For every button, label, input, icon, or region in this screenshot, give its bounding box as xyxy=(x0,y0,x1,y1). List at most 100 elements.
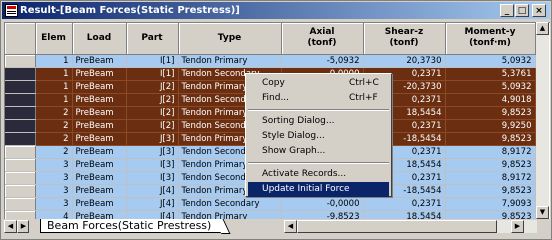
cell-load[interactable]: PreBeam xyxy=(72,93,127,107)
cell-type[interactable]: Tendon Secondary xyxy=(178,197,282,211)
cell-elem[interactable]: 2 xyxy=(35,119,73,133)
vertical-scrollbar[interactable]: ▲ ▼ xyxy=(536,22,549,219)
cell-part[interactable]: I[3] xyxy=(126,171,179,185)
cell-elem[interactable]: 3 xyxy=(35,197,73,211)
cell-load[interactable]: PreBeam xyxy=(72,132,127,146)
cell-elem[interactable]: 1 xyxy=(35,93,73,107)
menu-item-style-dialog[interactable]: Style Dialog... xyxy=(248,129,389,144)
maximize-button[interactable]: □ xyxy=(515,4,529,17)
scroll-left-button[interactable]: ◀ xyxy=(284,220,297,233)
row-header[interactable] xyxy=(5,93,36,107)
tab-next-icon: ▶ xyxy=(20,222,27,230)
cell-shear-z[interactable]: 20,3730 xyxy=(363,54,446,68)
cell-part[interactable]: I[2] xyxy=(126,106,179,120)
table-row[interactable]: 3 PreBeam J[4] Tendon Secondary -0,0000 0,237… xyxy=(5,197,536,211)
column-header-load[interactable]: Load xyxy=(72,23,127,55)
cell-type[interactable]: Tendon Primary xyxy=(178,54,282,68)
row-header[interactable] xyxy=(5,119,36,133)
cell-moment-y[interactable]: 9,8523 xyxy=(445,106,536,120)
cell-elem[interactable]: 1 xyxy=(35,54,73,68)
cell-load[interactable]: PreBeam xyxy=(72,158,127,172)
cell-elem[interactable]: 3 xyxy=(35,171,73,185)
row-header[interactable] xyxy=(5,67,36,81)
cell-moment-y[interactable]: 5,0932 xyxy=(445,80,536,94)
cell-part[interactable]: J[3] xyxy=(126,132,179,146)
row-header[interactable] xyxy=(5,145,36,159)
cell-part[interactable]: I[1] xyxy=(126,54,179,68)
column-header-moment-y[interactable]: Moment-y (tonf·m) xyxy=(445,23,536,55)
cell-moment-y[interactable]: 8,9172 xyxy=(445,171,536,185)
menu-item-copy[interactable]: Copy Ctrl+C xyxy=(248,76,389,91)
cell-part[interactable]: J[4] xyxy=(126,184,179,198)
cell-load[interactable]: PreBeam xyxy=(72,54,127,68)
cell-elem[interactable]: 2 xyxy=(35,145,73,159)
cell-elem[interactable]: 2 xyxy=(35,132,73,146)
cell-load[interactable]: PreBeam xyxy=(72,80,127,94)
scroll-down-button[interactable]: ▼ xyxy=(536,206,549,219)
cell-moment-y[interactable]: 9,9250 xyxy=(445,119,536,133)
minimize-button[interactable]: _ xyxy=(500,4,514,17)
cell-axial[interactable]: -0,0000 xyxy=(281,197,364,211)
tab-next-button[interactable]: ▶ xyxy=(17,220,29,233)
cell-moment-y[interactable]: 4,9018 xyxy=(445,93,536,107)
cell-elem[interactable]: 1 xyxy=(35,67,73,81)
cell-elem[interactable]: 3 xyxy=(35,158,73,172)
menu-item-find[interactable]: Find... Ctrl+F xyxy=(248,91,389,106)
scroll-up-button[interactable]: ▲ xyxy=(536,22,549,35)
cell-load[interactable]: PreBeam xyxy=(72,119,127,133)
cell-elem[interactable]: 2 xyxy=(35,106,73,120)
row-header[interactable] xyxy=(5,132,36,146)
cell-moment-y[interactable]: 8,9172 xyxy=(445,145,536,159)
cell-load[interactable]: PreBeam xyxy=(72,197,127,211)
cell-load[interactable]: PreBeam xyxy=(72,106,127,120)
cell-moment-y[interactable]: 9,8523 xyxy=(445,132,536,146)
column-header-shear-z[interactable]: Shear-z (tonf) xyxy=(363,23,446,55)
cell-load[interactable]: PreBeam xyxy=(72,145,127,159)
row-header[interactable] xyxy=(5,184,36,198)
row-header[interactable] xyxy=(5,80,36,94)
row-header[interactable] xyxy=(5,54,36,68)
cell-part[interactable]: J[2] xyxy=(126,80,179,94)
menu-item-show-graph[interactable]: Show Graph... xyxy=(248,144,389,159)
cell-load[interactable]: PreBeam xyxy=(72,171,127,185)
cell-load[interactable]: PreBeam xyxy=(72,67,127,81)
menu-item-sorting-dialog[interactable]: Sorting Dialog... xyxy=(248,114,389,129)
tab-first-button[interactable]: ◀ xyxy=(4,220,17,233)
scroll-up-icon: ▲ xyxy=(539,24,546,32)
cell-part[interactable]: I[1] xyxy=(126,67,179,81)
horizontal-scrollbar[interactable]: ◀ ▶ xyxy=(284,220,537,233)
cell-part[interactable]: J[3] xyxy=(126,145,179,159)
cell-shear-z[interactable]: 0,2371 xyxy=(363,197,446,211)
app-icon[interactable] xyxy=(5,4,18,17)
row-header[interactable] xyxy=(5,158,36,172)
horizontal-scroll-thumb[interactable] xyxy=(297,220,497,233)
title-bar[interactable]: Result-[Beam Forces(Static Prestress)] _… xyxy=(2,2,550,19)
cell-part[interactable]: I[2] xyxy=(126,119,179,133)
table-row[interactable]: 1 PreBeam I[1] Tendon Primary -5,0932 20,3730… xyxy=(5,54,536,68)
cell-moment-y[interactable]: 5,3761 xyxy=(445,67,536,81)
cell-axial[interactable]: -5,0932 xyxy=(281,54,364,68)
column-header-type[interactable]: Type xyxy=(178,23,282,55)
scroll-right-button[interactable]: ▶ xyxy=(511,220,524,233)
cell-part[interactable]: J[2] xyxy=(126,93,179,107)
menu-item-activate-records[interactable]: Activate Records... xyxy=(248,167,389,182)
column-header-axial[interactable]: Axial (tonf) xyxy=(281,23,364,55)
row-header[interactable] xyxy=(5,171,36,185)
cell-moment-y[interactable]: 7,9093 xyxy=(445,197,536,211)
cell-moment-y[interactable]: 9,8523 xyxy=(445,158,536,172)
row-header[interactable] xyxy=(5,106,36,120)
cell-moment-y[interactable]: 9,8523 xyxy=(445,184,536,198)
column-header-elem[interactable]: Elem xyxy=(35,23,73,55)
cell-part[interactable]: J[4] xyxy=(126,197,179,211)
cell-part[interactable]: I[3] xyxy=(126,158,179,172)
cell-load[interactable]: PreBeam xyxy=(72,184,127,198)
cell-elem[interactable]: 1 xyxy=(35,80,73,94)
close-button[interactable]: × xyxy=(532,4,546,17)
cell-moment-y[interactable]: 5,0932 xyxy=(445,54,536,68)
column-header-part[interactable]: Part xyxy=(126,23,179,55)
corner-header[interactable] xyxy=(5,23,36,55)
sheet-tab-beam-forces[interactable]: Beam Forces(Static Prestress) xyxy=(40,219,222,233)
cell-elem[interactable]: 3 xyxy=(35,184,73,198)
menu-item-update-initial-force[interactable]: Update Initial Force xyxy=(248,182,389,197)
row-header[interactable] xyxy=(5,197,36,211)
